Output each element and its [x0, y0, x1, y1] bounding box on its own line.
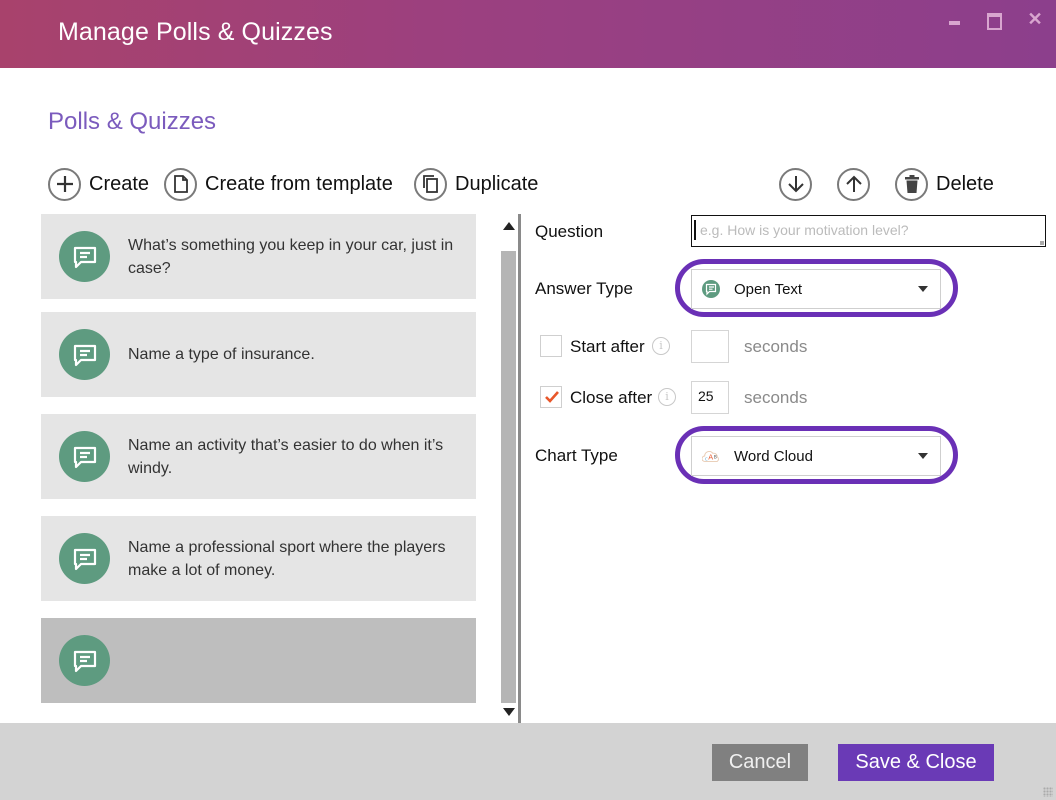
scroll-down-arrow-icon[interactable] — [503, 708, 515, 716]
question-text: Name a professional sport where the play… — [128, 538, 446, 579]
answer-type-label: Answer Type — [535, 279, 633, 298]
chevron-down-icon — [918, 453, 928, 459]
scroll-thumb[interactable] — [501, 251, 516, 703]
delete-label: Delete — [936, 172, 994, 195]
duplicate-label: Duplicate — [455, 172, 539, 195]
speech-bubble-icon — [59, 231, 110, 282]
svg-text:A: A — [708, 453, 713, 462]
question-item[interactable]: What’s something you keep in your car, j… — [41, 214, 476, 299]
question-input[interactable]: e.g. How is your motivation level? — [691, 215, 1046, 247]
question-item[interactable]: Name a type of insurance. — [41, 312, 476, 397]
close-after-input[interactable]: 25 — [691, 381, 729, 414]
info-icon[interactable]: i — [658, 388, 676, 406]
start-after-input[interactable] — [691, 330, 729, 363]
chart-type-label: Chart Type — [535, 446, 618, 465]
info-icon[interactable]: i — [652, 337, 670, 355]
start-after-checkbox[interactable] — [540, 335, 562, 357]
svg-text:c: c — [705, 457, 708, 463]
section-title: Polls & Quizzes — [48, 108, 217, 135]
start-after-unit: seconds — [744, 337, 808, 356]
arrow-up-icon — [837, 167, 870, 201]
window-resize-grip[interactable] — [1043, 787, 1053, 797]
close-after-unit: seconds — [744, 388, 808, 407]
minimize-button[interactable] — [946, 10, 966, 28]
chart-type-value: Word Cloud — [734, 447, 813, 465]
svg-text:B: B — [714, 455, 717, 461]
question-item[interactable]: Name an activity that’s easier to do whe… — [41, 414, 476, 499]
speech-bubble-icon — [59, 329, 110, 380]
open-text-icon — [702, 280, 720, 298]
scroll-up-arrow-icon[interactable] — [503, 222, 515, 230]
duplicate-button[interactable]: Duplicate — [414, 167, 538, 201]
copy-icon — [414, 167, 447, 201]
create-from-template-button[interactable]: Create from template — [164, 167, 393, 201]
list-scrollbar[interactable] — [500, 214, 518, 720]
close-after-checkbox[interactable] — [540, 386, 562, 408]
question-item-selected[interactable] — [41, 618, 476, 703]
create-from-template-label: Create from template — [205, 172, 393, 195]
question-placeholder: e.g. How is your motivation level? — [700, 222, 909, 238]
resize-grip[interactable] — [1040, 241, 1044, 245]
cancel-button[interactable]: Cancel — [712, 744, 808, 781]
close-button[interactable]: ✕ — [1025, 10, 1045, 28]
move-down-button[interactable] — [779, 167, 820, 201]
answer-type-value: Open Text — [734, 280, 803, 298]
question-text — [128, 618, 466, 703]
trash-icon — [895, 167, 928, 201]
question-text: Name an activity that’s easier to do whe… — [128, 436, 444, 477]
question-list: What’s something you keep in your car, j… — [40, 214, 477, 720]
title-bar: Manage Polls & Quizzes ✕ — [0, 0, 1056, 68]
speech-bubble-icon — [59, 431, 110, 482]
question-item[interactable]: Name a professional sport where the play… — [41, 516, 476, 601]
plus-icon — [48, 167, 81, 201]
document-icon — [164, 167, 197, 201]
question-text: What’s something you keep in your car, j… — [128, 236, 454, 277]
word-cloud-icon: cAB — [702, 447, 720, 465]
create-label: Create — [89, 172, 150, 195]
checkmark-icon — [545, 391, 559, 403]
answer-type-dropdown[interactable]: Open Text — [691, 269, 941, 309]
delete-button[interactable]: Delete — [895, 167, 994, 201]
chevron-down-icon — [918, 286, 928, 292]
question-label: Question — [535, 222, 604, 241]
arrow-down-icon — [779, 167, 812, 201]
create-button[interactable]: Create — [48, 167, 149, 201]
window-title: Manage Polls & Quizzes — [58, 18, 333, 46]
start-after-label: Start after — [570, 337, 645, 356]
close-after-label: Close after — [570, 388, 653, 407]
save-and-close-button[interactable]: Save & Close — [838, 744, 994, 781]
speech-bubble-icon — [59, 533, 110, 584]
maximize-button[interactable] — [985, 10, 1005, 30]
question-text: Name a type of insurance. — [128, 346, 315, 363]
speech-bubble-icon — [59, 635, 110, 686]
chart-type-dropdown[interactable]: cAB Word Cloud — [691, 436, 941, 476]
panel-divider — [518, 214, 521, 724]
move-up-button[interactable] — [837, 167, 878, 201]
